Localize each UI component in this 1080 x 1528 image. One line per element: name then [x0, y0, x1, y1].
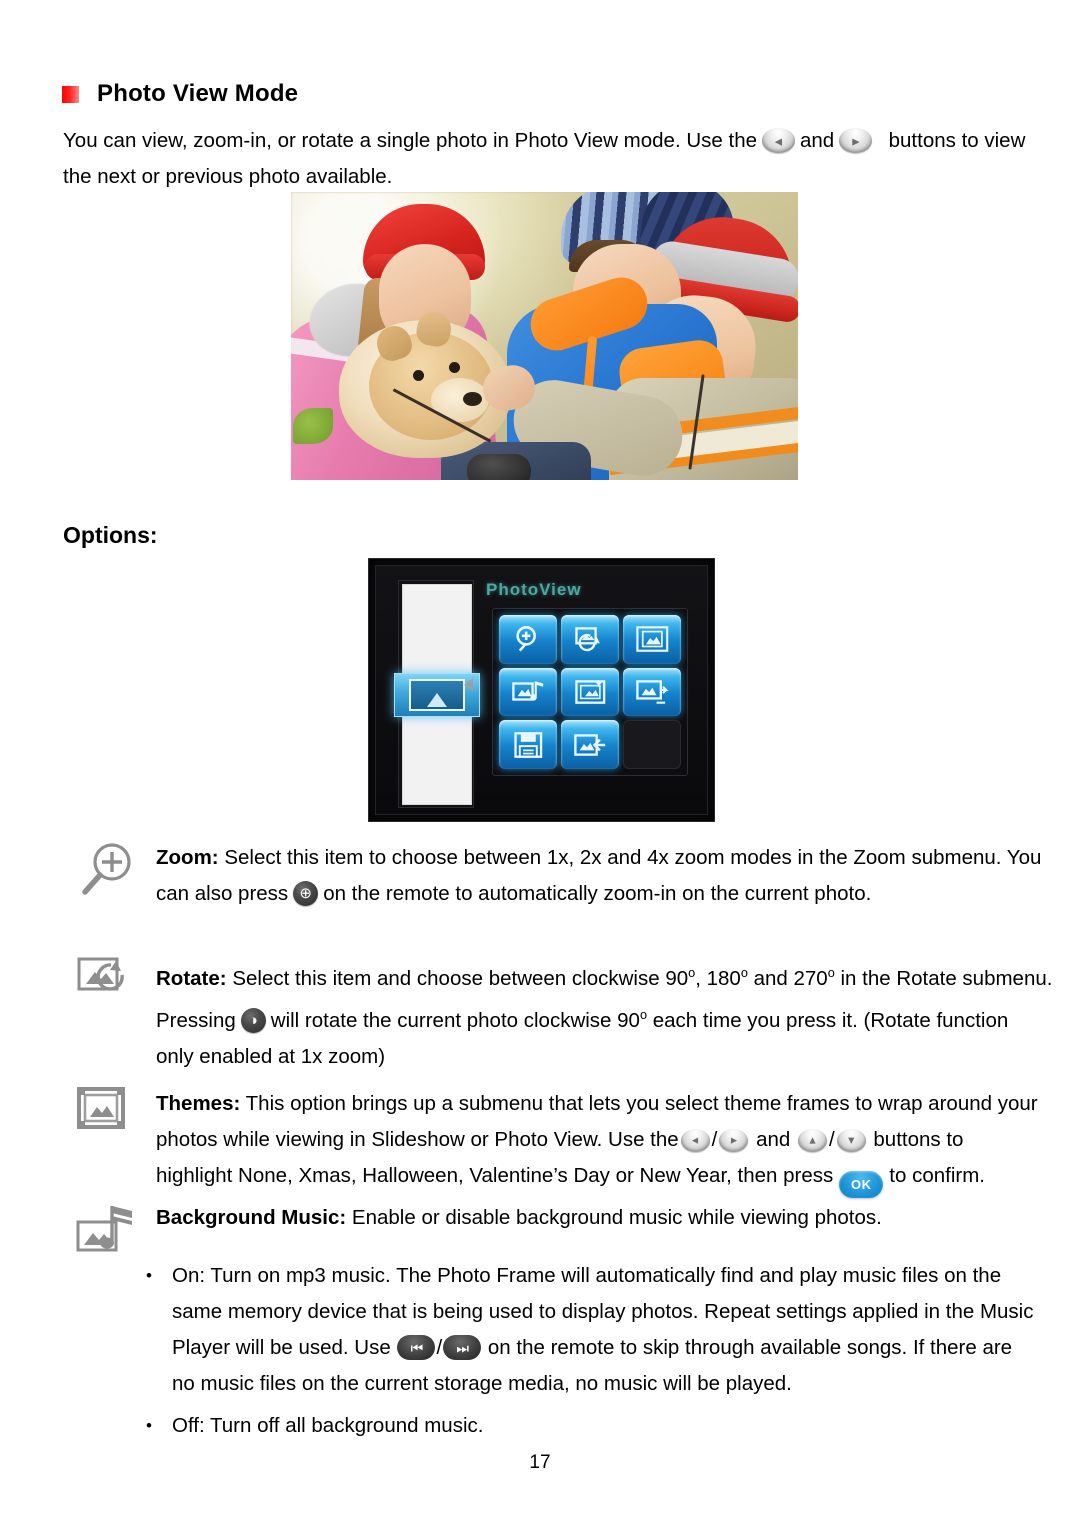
- photo-detail: [413, 370, 424, 381]
- rotate-line-3: only enabled at 1x zoom): [156, 1044, 386, 1068]
- photo-detail: [449, 362, 460, 373]
- zoom-icon[interactable]: [499, 615, 557, 664]
- rotate-line-2: Pressing ◑ will rotate the current photo c…: [156, 1006, 1009, 1033]
- left-arrow-button[interactable]: ◂: [680, 1129, 710, 1152]
- degree-symbol: o: [827, 965, 835, 980]
- sample-photo: [291, 192, 798, 480]
- degree-symbol: o: [740, 965, 748, 980]
- intro-text-b: and: [800, 129, 835, 152]
- photo-rotate-icon: [76, 955, 140, 1017]
- themes-icon[interactable]: [623, 615, 681, 664]
- photo-detail: [467, 454, 531, 480]
- empty-slot: [623, 720, 681, 769]
- themes-line-3: highlight None, Xmas, Halloween, Valenti…: [156, 1158, 1076, 1198]
- bullet-on-line-4: no music files on the current storage me…: [172, 1372, 792, 1395]
- page-title: Photo View Mode: [62, 80, 298, 108]
- rotate-icon[interactable]: [561, 615, 619, 664]
- magnifier-plus-icon: [76, 840, 140, 902]
- intro-paragraph: You can view, zoom-in, or rotate a singl…: [63, 123, 1026, 195]
- save-icon[interactable]: [499, 720, 557, 769]
- red-square-bullet-icon: [62, 85, 79, 103]
- zoom-line-2: can also press ⊕ on the remote to automati…: [156, 881, 872, 906]
- photo-music-icon: [76, 1200, 140, 1262]
- up-arrow-button[interactable]: ▴: [798, 1129, 827, 1152]
- bullet-on-text: On: Turn on mp3 music. The Photo Frame w…: [172, 1258, 1033, 1402]
- option-bgm-text: Background Music: Enable or disable back…: [156, 1200, 1076, 1236]
- prev-photo-button[interactable]: ◂: [762, 128, 795, 153]
- zoom-title: Zoom:: [156, 846, 219, 869]
- photoview-title: PhotoView: [486, 580, 582, 599]
- bullet-off-text: Off: Turn off all background music.: [172, 1408, 483, 1444]
- page-number: 17: [529, 1452, 551, 1473]
- intro-line-1: You can view, zoom-in, or rotate a singl…: [63, 123, 1026, 159]
- option-zoom-text: Zoom: Select this item to choose between…: [156, 840, 1076, 912]
- photoview-menu-screenshot: PhotoView: [368, 558, 715, 822]
- zoom-line-1: Zoom: Select this item to choose between…: [156, 846, 1042, 869]
- remote-rotate-button[interactable]: ◑: [240, 1007, 266, 1033]
- filmstrip-cell: [402, 715, 472, 805]
- option-themes: Themes: This option brings up a submenu …: [76, 1086, 1076, 1198]
- slideshow-icon[interactable]: [623, 667, 681, 717]
- bullet-marker: •: [146, 1266, 152, 1285]
- exit-icon[interactable]: [561, 720, 619, 769]
- theme-frame-icon: [76, 1086, 140, 1148]
- selection-caret-icon: [464, 678, 473, 692]
- document-page: Photo View Mode You can view, zoom-in, o…: [0, 0, 1080, 1528]
- themes-line-1: Themes: This option brings up a submenu …: [156, 1092, 1038, 1115]
- options-label: Options:: [63, 522, 158, 548]
- intro-text-c: buttons to view: [888, 129, 1026, 152]
- next-photo-button[interactable]: ▸: [839, 128, 873, 153]
- photo-filmstrip: [394, 580, 480, 808]
- bullet-off: • Off: Turn off all background music.: [146, 1408, 1046, 1444]
- background-music-icon[interactable]: [499, 667, 557, 717]
- themes-line-2: photos while viewing in Slideshow or Pho…: [156, 1128, 964, 1152]
- photo-thumbnail-icon: [409, 679, 465, 711]
- bullet-on: • On: Turn on mp3 music. The Photo Frame…: [146, 1258, 1046, 1402]
- bullet-on-line-2: same memory device that is being used to…: [172, 1300, 1034, 1323]
- ok-button[interactable]: OK: [839, 1171, 884, 1198]
- degree-symbol: o: [639, 1006, 648, 1022]
- skip-forward-button[interactable]: ⏭: [443, 1335, 482, 1360]
- themes-title: Themes:: [156, 1092, 241, 1115]
- bullet-on-line-1: On: Turn on mp3 music. The Photo Frame w…: [172, 1264, 1002, 1287]
- remote-zoom-button[interactable]: ⊕: [293, 881, 319, 906]
- rotate-title: Rotate:: [156, 966, 227, 990]
- skip-back-button[interactable]: ⏮: [397, 1335, 436, 1360]
- bgm-title: Background Music:: [156, 1206, 347, 1229]
- option-rotate-text: Rotate: Select this item and choose betw…: [156, 955, 1076, 1075]
- filmstrip-cell: [402, 584, 472, 674]
- rotate-line-1: Rotate: Select this item and choose betw…: [156, 965, 1053, 990]
- photo-detail: [293, 408, 333, 444]
- heading-text: Photo View Mode: [97, 80, 299, 107]
- intro-line-2: the next or previous photo available.: [63, 165, 393, 188]
- option-rotate: Rotate: Select this item and choose betw…: [76, 955, 1076, 1075]
- bullet-off-line-1: Off: Turn off all background music.: [172, 1414, 484, 1437]
- photoview-icon-grid: [492, 608, 688, 776]
- bullet-on-line-3: Player will be used. Use ⏮ / ⏭ on the remo…: [172, 1335, 1013, 1360]
- option-themes-text: Themes: This option brings up a submenu …: [156, 1086, 1076, 1198]
- bgm-line-1: Background Music: Enable or disable back…: [156, 1206, 882, 1229]
- photo-detail: [463, 392, 482, 406]
- background-music-bullets: • On: Turn on mp3 music. The Photo Frame…: [146, 1258, 1046, 1444]
- intro-text-a: You can view, zoom-in, or rotate a singl…: [63, 129, 757, 152]
- option-background-music: Background Music: Enable or disable back…: [76, 1200, 1076, 1252]
- down-arrow-button[interactable]: ▾: [836, 1129, 866, 1152]
- bullet-marker: •: [146, 1416, 152, 1435]
- right-arrow-button[interactable]: ▸: [719, 1129, 749, 1152]
- option-zoom: Zoom: Select this item to choose between…: [76, 840, 1076, 912]
- photo-info-icon[interactable]: [561, 667, 619, 717]
